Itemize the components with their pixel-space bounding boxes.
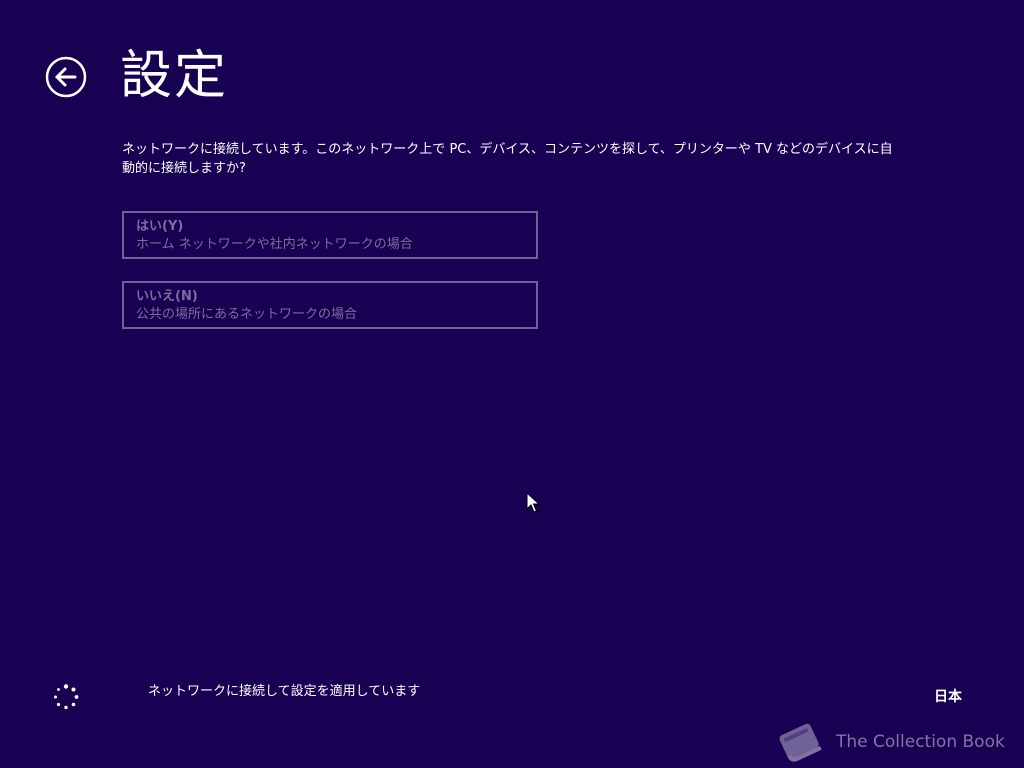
page-title: 設定	[120, 46, 229, 106]
back-arrow-icon	[45, 56, 87, 98]
watermark: The Collection Book	[772, 716, 1012, 766]
mouse-pointer-icon	[526, 492, 540, 513]
language-indicator[interactable]: 日本	[934, 686, 962, 706]
yes-option-description: ホーム ネットワークや社内ネットワークの場合	[136, 237, 413, 252]
book-icon	[779, 723, 822, 762]
back-button[interactable]	[45, 56, 87, 98]
no-option-button[interactable]: いいえ(N) 公共の場所にあるネットワークの場合	[122, 281, 538, 329]
status-message: ネットワークに接続して設定を適用しています	[148, 684, 421, 699]
loading-spinner-icon	[54, 684, 79, 710]
watermark-text: The Collection Book	[836, 732, 1005, 752]
no-option-description: 公共の場所にあるネットワークの場合	[136, 307, 358, 322]
yes-option-title: はい(Y)	[136, 219, 184, 234]
no-option-title: いいえ(N)	[136, 289, 198, 304]
network-discovery-prompt: ネットワークに接続しています。このネットワーク上で PC、デバイス、コンテンツを…	[122, 142, 893, 176]
yes-option-button[interactable]: はい(Y) ホーム ネットワークや社内ネットワークの場合	[122, 211, 538, 259]
setup-page: 設定 ネットワークに接続しています。このネットワーク上で PC、デバイス、コンテ…	[0, 0, 1024, 768]
